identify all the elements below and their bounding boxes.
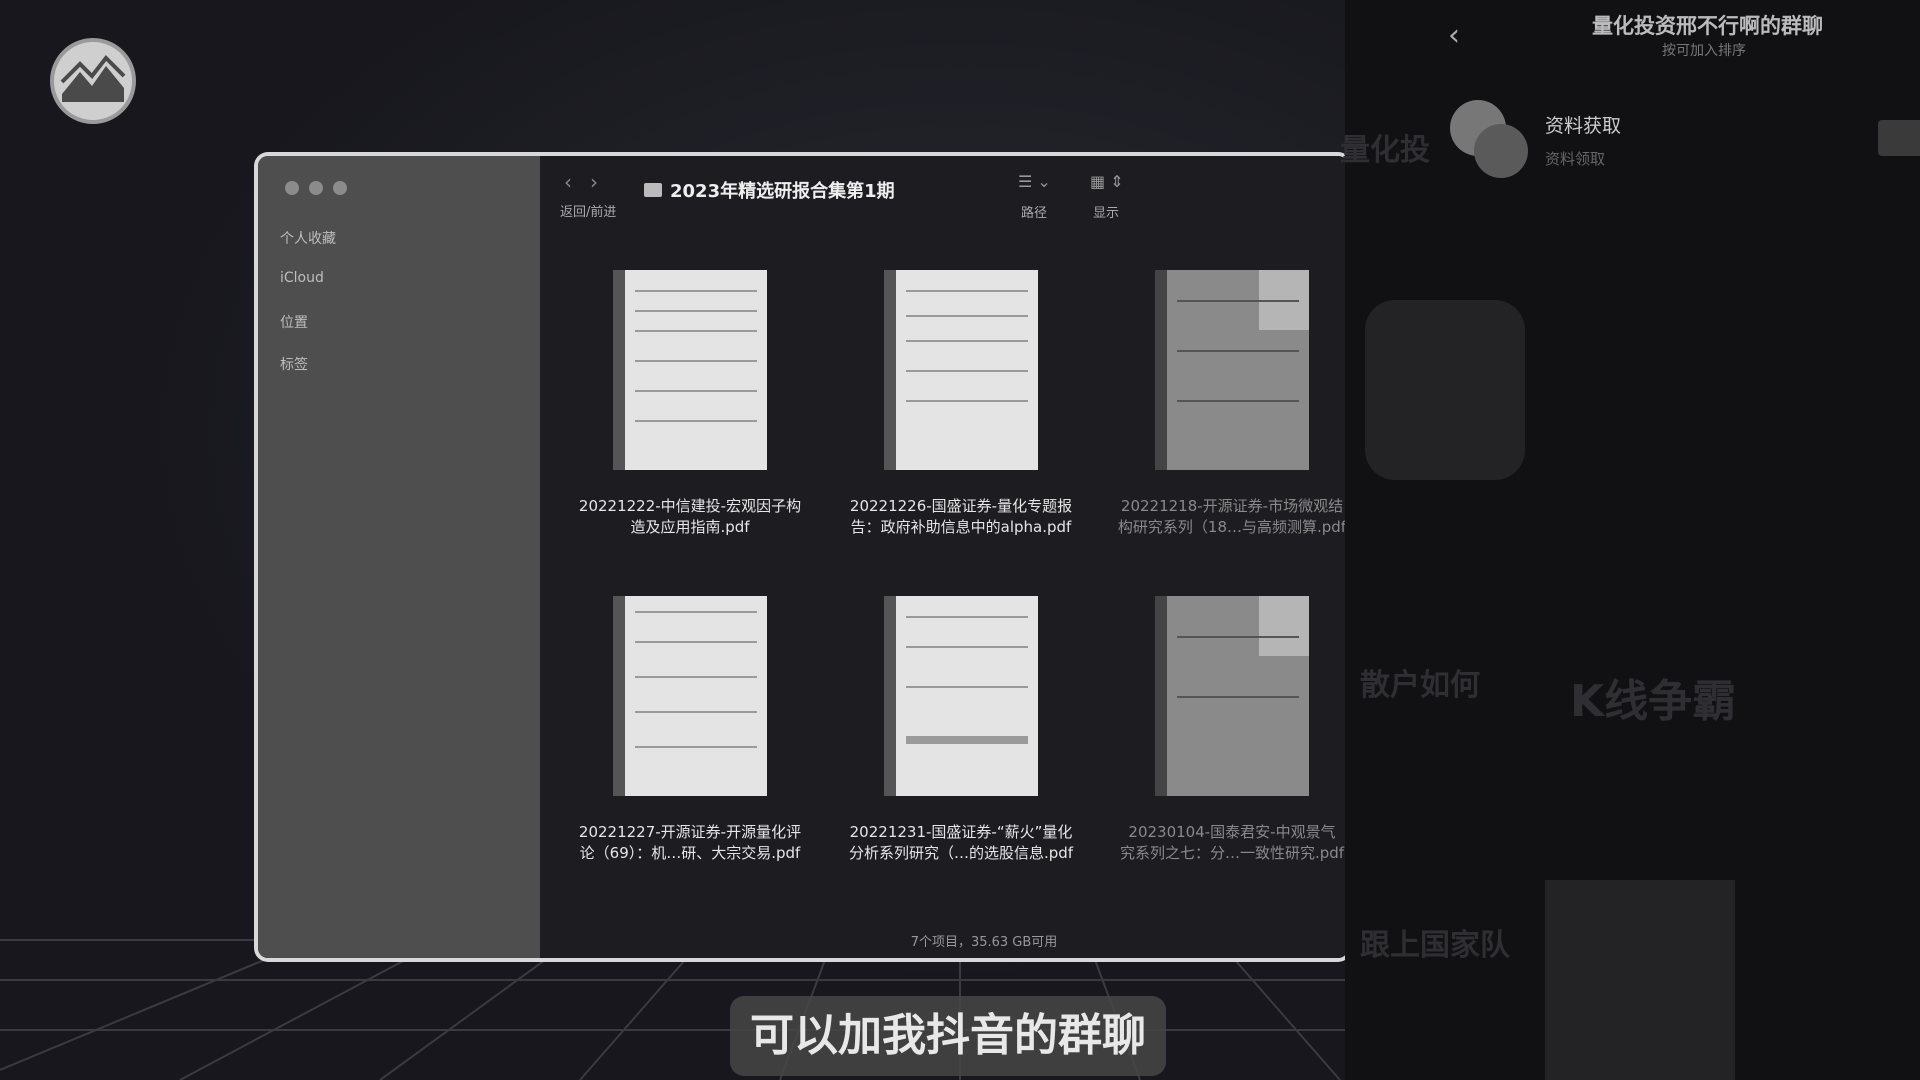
pdf-thumbnail (613, 596, 767, 796)
path-label: 路径 (1021, 206, 1048, 221)
status-bar: 7个项目，35.63 GB可用 (910, 935, 1058, 950)
contact-sub: 资料领取 (1545, 150, 1606, 168)
ghost-text: K线争霸 (1570, 676, 1737, 727)
minimize-window-button[interactable] (309, 181, 323, 195)
file-item[interactable]: 20230104-国泰君安-中观景气 究系列之七：分…一致性研究.pdf (1102, 596, 1348, 864)
pdf-thumbnail (884, 270, 1038, 470)
finder-window: 个人收藏 iCloud 位置 标签 ‹› 返回/前进 2023年精选研报合集第1… (258, 156, 1348, 958)
file-name: 20221226-国盛证券-量化专题报 告：政府补助信息中的alpha.pdf (849, 497, 1073, 536)
sidebar-item-favorites[interactable]: 个人收藏 (280, 228, 336, 248)
back-icon[interactable]: ‹ (1448, 18, 1460, 53)
finder-content: ‹› 返回/前进 2023年精选研报合集第1期 ☰ ⌄ 路径 ▦ ⇕ 显示 20… (540, 156, 1348, 958)
sidebar-item-icloud[interactable]: iCloud (280, 270, 324, 286)
ghost-shape (1545, 880, 1735, 1080)
folder-title-text: 2023年精选研报合集第1期 (670, 181, 895, 202)
folder-title: 2023年精选研报合集第1期 (644, 177, 895, 203)
ghost-shape (1365, 300, 1525, 480)
chat-subtitle[interactable]: 按可加入排序 (1662, 40, 1746, 60)
folder-icon (644, 183, 662, 197)
list-view-icon[interactable]: ☰ ⌄ (1018, 172, 1051, 191)
forward-arrow-icon[interactable]: › (590, 170, 616, 194)
finder-sidebar: 个人收藏 iCloud 位置 标签 (258, 156, 540, 958)
file-name: 20230104-国泰君安-中观景气 究系列之七：分…一致性研究.pdf (1119, 823, 1345, 862)
ghost-text: 量化投 (1340, 133, 1430, 168)
file-item[interactable]: 20221226-国盛证券-量化专题报 告：政府补助信息中的alpha.pdf (831, 270, 1091, 538)
video-subtitle: 可以加我抖音的群聊 (730, 996, 1166, 1076)
file-name: 20221231-国盛证券-“薪火”量化 分析系列研究（…的选股信息.pdf (848, 823, 1074, 862)
file-item[interactable]: 20221218-开源证券-市场微观结 构研究系列（18…与高频测算.pdf (1102, 270, 1348, 538)
ghost-text: 散户如何 (1360, 668, 1480, 703)
ghost-text: 跟上国家队 (1360, 928, 1510, 963)
file-name: 20221218-开源证券-市场微观结 构研究系列（18…与高频测算.pdf (1117, 497, 1347, 536)
avatar (1474, 124, 1528, 178)
side-tab-button[interactable] (1878, 120, 1920, 156)
window-controls (285, 181, 347, 195)
sidebar-item-locations[interactable]: 位置 (280, 312, 308, 332)
back-arrow-icon[interactable]: ‹ (564, 170, 590, 194)
contact-name[interactable]: 资料获取 (1545, 111, 1621, 138)
file-name: 20221222-中信建投-宏观因子构 造及应用指南.pdf (578, 497, 802, 536)
chat-panel: 量化投 散户如何 K线争霸 跟上国家队 (1340, 0, 1920, 1080)
finder-toolbar: ‹› 返回/前进 2023年精选研报合集第1期 ☰ ⌄ 路径 ▦ ⇕ 显示 (540, 156, 1348, 226)
nav-arrows: ‹› (564, 170, 616, 194)
file-item[interactable]: 20221231-国盛证券-“薪火”量化 分析系列研究（…的选股信息.pdf (831, 596, 1091, 864)
zoom-window-button[interactable] (333, 181, 347, 195)
display-label: 显示 (1093, 206, 1120, 221)
channel-logo (50, 38, 136, 124)
nav-label: 返回/前进 (560, 205, 617, 220)
chat-title: 量化投资邢不行啊的群聊 (1592, 14, 1823, 38)
pdf-thumbnail (1155, 270, 1309, 470)
file-item[interactable]: 20221222-中信建投-宏观因子构 造及应用指南.pdf (560, 270, 820, 538)
sidebar-item-tags[interactable]: 标签 (280, 354, 308, 374)
grid-view-icon[interactable]: ▦ ⇕ (1090, 172, 1124, 191)
pdf-thumbnail (613, 270, 767, 470)
pdf-thumbnail (1155, 596, 1309, 796)
close-window-button[interactable] (285, 181, 299, 195)
file-item[interactable]: 20221227-开源证券-开源量化评 论（69）：机…研、大宗交易.pdf (560, 596, 820, 864)
pdf-thumbnail (884, 596, 1038, 796)
file-name: 20221227-开源证券-开源量化评 论（69）：机…研、大宗交易.pdf (578, 823, 802, 862)
